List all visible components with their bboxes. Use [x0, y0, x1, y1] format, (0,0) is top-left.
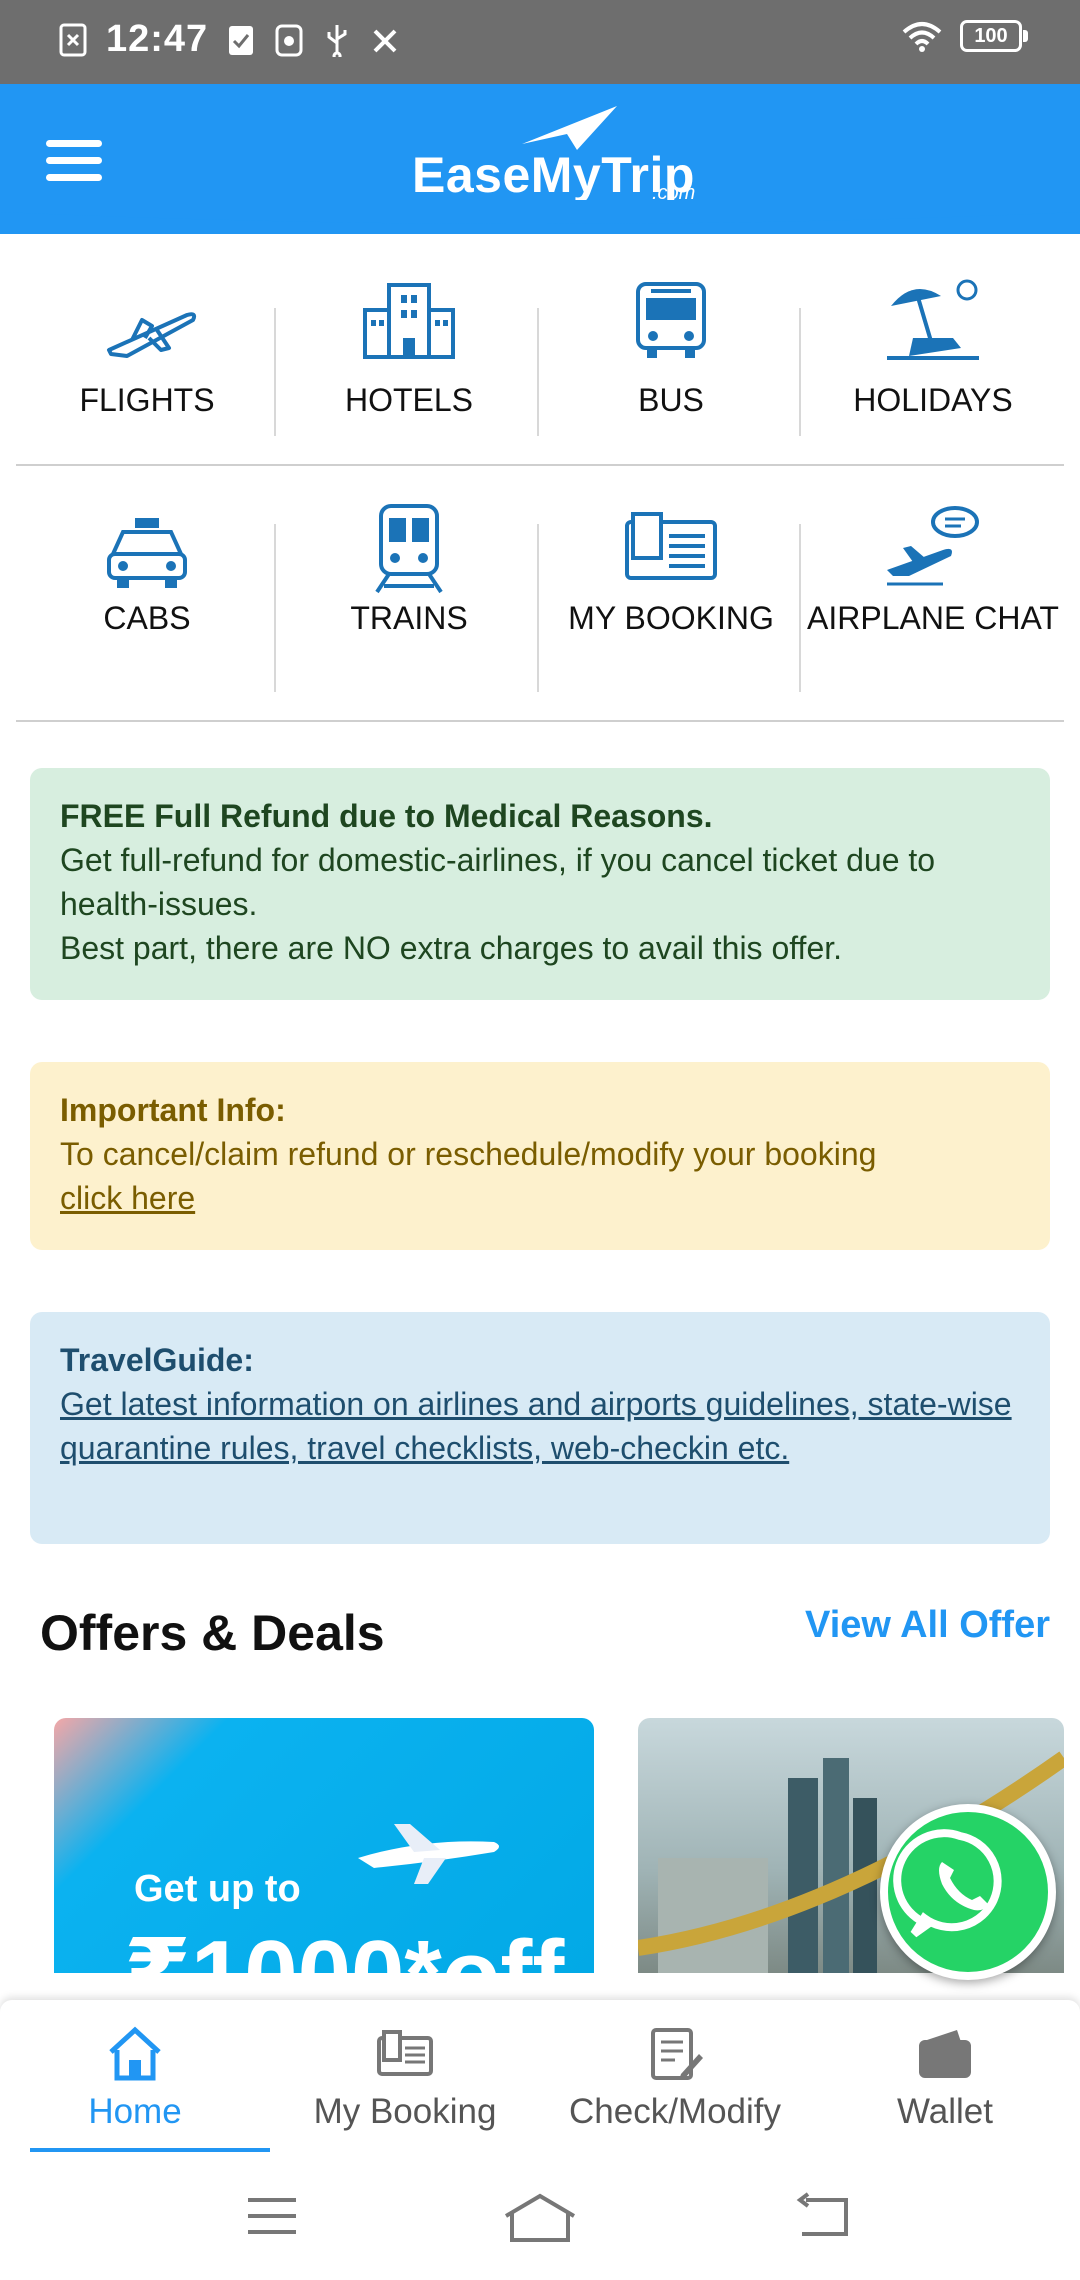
category-label: TRAINS: [350, 600, 468, 636]
status-bar: 12:47 100: [0, 0, 1080, 84]
airplane-chat-icon: [887, 506, 979, 586]
category-row-2: CABS TRAINS MY BOOKING AIRPLANE CHAT: [16, 500, 1064, 690]
beach-umbrella-icon: [887, 279, 979, 360]
info-title: Important Info:: [60, 1092, 286, 1128]
tools-icon: [373, 29, 397, 52]
nav-label: Home: [88, 2092, 182, 2131]
view-all-offers-link[interactable]: View All Offer: [805, 1604, 1050, 1647]
nav-label: My Booking: [313, 2092, 497, 2131]
category-holidays[interactable]: HOLIDAYS: [802, 279, 1064, 430]
whatsapp-icon: [893, 1829, 1002, 1938]
booking-icon: [625, 512, 717, 580]
whatsapp-button[interactable]: [880, 1804, 1056, 1980]
status-time: 12:47: [106, 18, 209, 60]
offer-card-text: Get up to: [134, 1868, 301, 1910]
system-navigation-bar: [0, 2152, 1080, 2280]
taxi-icon: [107, 518, 187, 588]
travel-guide-title: TravelGuide:: [60, 1342, 254, 1378]
category-my-booking[interactable]: MY BOOKING: [540, 500, 802, 690]
home-icon: [109, 2026, 161, 2081]
wallet-icon: [919, 2030, 971, 2078]
notice-title: FREE Full Refund due to Medical Reasons.: [60, 798, 713, 834]
category-trains[interactable]: TRAINS: [278, 500, 540, 690]
nav-label: Wallet: [897, 2092, 993, 2131]
back-icon[interactable]: [796, 2192, 852, 2240]
recent-apps-icon[interactable]: [244, 2192, 300, 2240]
category-label: AIRPLANE CHAT: [807, 600, 1059, 636]
train-icon: [375, 504, 443, 594]
row-divider: [16, 720, 1064, 722]
notification-x-icon: [59, 23, 87, 56]
nav-check-modify[interactable]: Check/Modify: [540, 2000, 810, 2152]
important-info-box: Important Info: To cancel/claim refund o…: [30, 1062, 1050, 1250]
category-label: HOLIDAYS: [853, 382, 1013, 418]
easemytrip-logo: EaseMyTrip .com: [412, 104, 702, 204]
category-label: FLIGHTS: [79, 382, 215, 418]
divider: [274, 524, 276, 692]
notice-line-1: Get full-refund for domestic-airlines, i…: [60, 842, 936, 922]
offer-card-amount: ₹1000*off: [124, 1918, 564, 1973]
category-bus[interactable]: BUS: [540, 280, 802, 430]
divider: [537, 524, 539, 692]
airplane-icon: [107, 312, 197, 358]
category-flights[interactable]: FLIGHTS: [16, 280, 278, 430]
category-hotels[interactable]: HOTELS: [278, 280, 540, 430]
notice-line-2: Best part, there are NO extra charges to…: [60, 930, 843, 966]
travel-guide-link[interactable]: Get latest information on airlines and a…: [60, 1382, 1020, 1470]
nav-my-booking[interactable]: My Booking: [270, 2000, 540, 2152]
category-label: BUS: [638, 382, 704, 418]
travel-guide-box: TravelGuide: Get latest information on a…: [30, 1312, 1050, 1544]
bottom-navigation: Home My Booking Check/Modify Wallet: [0, 2000, 1080, 2152]
hotel-icon: [363, 283, 455, 359]
offers-section-title: Offers & Deals: [40, 1605, 385, 1661]
category-label: CABS: [103, 600, 191, 636]
category-cabs[interactable]: CABS: [16, 500, 278, 690]
wifi-icon: [902, 22, 942, 52]
category-airplane-chat[interactable]: AIRPLANE CHAT: [802, 500, 1064, 690]
category-label: MY BOOKING: [568, 600, 774, 636]
divider: [537, 308, 539, 436]
nav-wallet[interactable]: Wallet: [810, 2000, 1080, 2152]
click-here-link[interactable]: click here: [60, 1176, 1020, 1220]
battery-icon: 100: [960, 20, 1028, 52]
divider: [799, 308, 801, 436]
header-curve: [0, 200, 1080, 224]
edit-document-icon: [651, 2028, 703, 2080]
booking-icon: [377, 2030, 433, 2076]
bus-icon: [636, 282, 706, 358]
category-label: HOTELS: [344, 382, 474, 418]
nav-home[interactable]: Home: [0, 2000, 270, 2152]
airplane-image: [358, 1824, 499, 1884]
row-divider: [16, 464, 1064, 466]
settings-app-icon: [275, 24, 303, 56]
usb-icon: [327, 24, 347, 57]
divider: [274, 308, 276, 436]
home-system-icon[interactable]: [502, 2192, 578, 2244]
category-row-1: FLIGHTS HOTELS BUS HOLIDAYS: [16, 279, 1064, 430]
offer-card-1[interactable]: Get up to ₹1000*off: [54, 1718, 594, 1973]
info-text: To cancel/claim refund or reschedule/mod…: [60, 1136, 877, 1172]
divider: [799, 524, 801, 692]
nav-label: Check/Modify: [568, 2092, 782, 2131]
menu-icon[interactable]: [46, 140, 102, 184]
medical-refund-notice: FREE Full Refund due to Medical Reasons.…: [30, 768, 1050, 1000]
clipboard-check-icon: [229, 25, 254, 55]
